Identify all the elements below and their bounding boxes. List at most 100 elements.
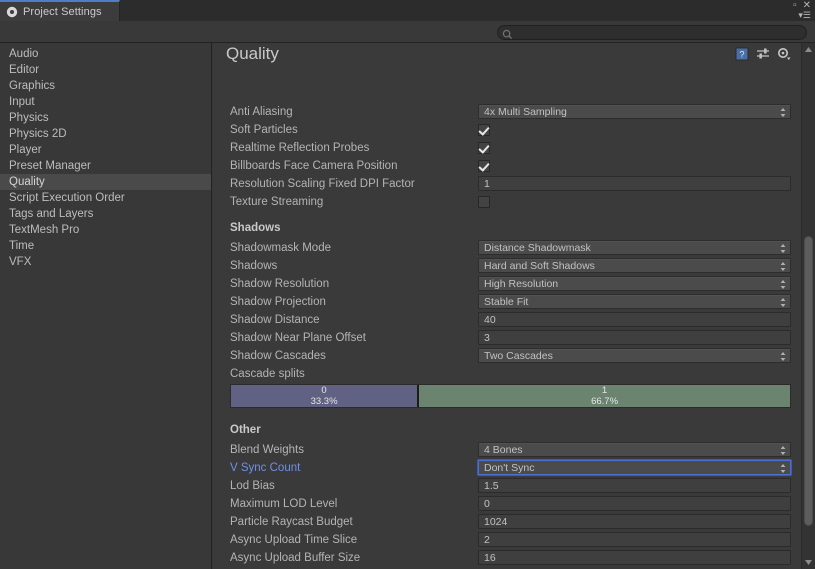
setting-label: Shadow Resolution (230, 278, 330, 290)
chevron-updown-icon (780, 297, 786, 308)
input-lod-bias[interactable]: 1.5 (478, 478, 791, 493)
sidebar-item-editor[interactable]: Editor (0, 62, 211, 78)
dropdown-shadow-resolution[interactable]: High Resolution (478, 276, 791, 291)
input-async-upload-buffer-size[interactable]: 16 (478, 550, 791, 565)
checkbox-realtime-reflection-probes[interactable] (478, 142, 490, 154)
dropdown-value: Stable Fit (484, 295, 529, 308)
chevron-updown-icon (780, 107, 786, 118)
setting-label: Billboards Face Camera Position (230, 160, 398, 172)
scrollbar-thumb[interactable] (804, 236, 813, 526)
setting-label: Shadowmask Mode (230, 242, 331, 254)
scroll-down-arrow[interactable] (802, 556, 815, 569)
chevron-updown-icon (780, 279, 786, 290)
setting-label: Anti Aliasing (230, 106, 293, 118)
setting-field: 3 (478, 330, 791, 345)
sidebar-item-label: Editor (9, 64, 40, 76)
sidebar-item-label: Preset Manager (9, 160, 91, 172)
setting-label: Resolution Scaling Fixed DPI Factor (230, 178, 415, 190)
setting-field: 1024 (478, 514, 791, 529)
cascade-segment-1[interactable]: 1 66.7% (417, 385, 790, 407)
input-value: 3 (484, 331, 490, 344)
sidebar-item-script-execution-order[interactable]: Script Execution Order (0, 190, 211, 206)
setting-field (478, 140, 791, 155)
setting-row-realtime-reflection-probes: Realtime Reflection Probes (213, 140, 801, 158)
chevron-updown-icon (780, 261, 786, 272)
input-value: 2 (484, 533, 490, 546)
section-title-shadows: Shadows (230, 222, 281, 234)
vertical-scrollbar[interactable] (801, 43, 815, 569)
dropdown-value: Don't Sync (484, 461, 535, 474)
sidebar-item-input[interactable]: Input (0, 94, 211, 110)
input-shadow-distance[interactable]: 40 (478, 312, 791, 327)
input-async-upload-time-slice[interactable]: 2 (478, 532, 791, 547)
setting-row-soft-particles: Soft Particles (213, 122, 801, 140)
input-maximum-lod-level[interactable]: 0 (478, 496, 791, 511)
input-resolution-scaling-fixed-dpi-factor[interactable]: 1 (478, 176, 791, 191)
checkbox-texture-streaming[interactable] (478, 196, 490, 208)
setting-row-shadow-projection: Shadow Projection Stable Fit (213, 294, 801, 312)
window-menu-icon[interactable]: ▾☰ (798, 11, 811, 20)
minimize-icon[interactable]: ▫ (793, 1, 797, 11)
setting-label: Realtime Reflection Probes (230, 142, 370, 154)
dropdown-shadowmask-mode[interactable]: Distance Shadowmask (478, 240, 791, 255)
sidebar-item-textmesh-pro[interactable]: TextMesh Pro (0, 222, 211, 238)
search-box[interactable] (497, 25, 807, 40)
setting-field: 40 (478, 312, 791, 327)
setting-row-particle-raycast-budget: Particle Raycast Budget 1024 (213, 514, 801, 532)
scroll-up-arrow[interactable] (802, 43, 815, 56)
search-icon (502, 27, 513, 40)
sidebar-item-vfx[interactable]: VFX (0, 254, 211, 270)
sidebar-item-preset-manager[interactable]: Preset Manager (0, 158, 211, 174)
setting-field: Two Cascades (478, 348, 791, 363)
sidebar-item-tags-and-layers[interactable]: Tags and Layers (0, 206, 211, 222)
dropdown-shadow-projection[interactable]: Stable Fit (478, 294, 791, 309)
setting-field (478, 122, 791, 137)
sidebar-item-physics-2d[interactable]: Physics 2D (0, 126, 211, 142)
dropdown-value: Hard and Soft Shadows (484, 259, 595, 272)
setting-label: Cascade splits (230, 368, 305, 380)
setting-field: 1.5 (478, 478, 791, 493)
tab-project-settings[interactable]: Project Settings (0, 0, 120, 21)
sidebar-item-time[interactable]: Time (0, 238, 211, 254)
dropdown-shadow-cascades[interactable]: Two Cascades (478, 348, 791, 363)
dropdown-blend-weights[interactable]: 4 Bones (478, 442, 791, 457)
sidebar-item-audio[interactable]: Audio (0, 46, 211, 62)
setting-row-v-sync-count: V Sync Count Don't Sync (213, 460, 801, 478)
sidebar-item-physics[interactable]: Physics (0, 110, 211, 126)
cascade-segment-0[interactable]: 0 33.3% (231, 385, 418, 407)
settings-content: Anti Aliasing 4x Multi Sampling Soft Parti… (213, 43, 801, 569)
dropdown-value: High Resolution (484, 277, 559, 290)
sidebar-item-graphics[interactable]: Graphics (0, 78, 211, 94)
checkbox-billboards-face-camera-position[interactable] (478, 160, 490, 172)
setting-row-shadows: Shadows Hard and Soft Shadows (213, 258, 801, 276)
unity-gear-icon (6, 6, 18, 18)
input-particle-raycast-budget[interactable]: 1024 (478, 514, 791, 529)
setting-row-shadow-distance: Shadow Distance 40 (213, 312, 801, 330)
chevron-updown-icon (780, 445, 786, 456)
dropdown-shadows[interactable]: Hard and Soft Shadows (478, 258, 791, 273)
setting-row-shadow-resolution: Shadow Resolution High Resolution (213, 276, 801, 294)
sidebar-item-quality[interactable]: Quality (0, 174, 211, 190)
preset-icon[interactable] (756, 47, 770, 61)
svg-text:?: ? (739, 50, 744, 60)
input-shadow-near-plane-offset[interactable]: 3 (478, 330, 791, 345)
setting-label: Shadow Near Plane Offset (230, 332, 366, 344)
dropdown-anti-aliasing[interactable]: 4x Multi Sampling (478, 104, 791, 119)
setting-field: High Resolution (478, 276, 791, 291)
checkbox-soft-particles[interactable] (478, 124, 490, 136)
dropdown-v-sync-count[interactable]: Don't Sync (478, 460, 791, 475)
search-input[interactable] (513, 27, 806, 38)
setting-field: 4 Bones (478, 442, 791, 457)
help-icon[interactable]: ? (735, 47, 749, 61)
chevron-updown-icon (780, 243, 786, 254)
sidebar-item-label: Audio (9, 48, 39, 60)
cascade-splits-bar[interactable]: 0 33.3% 1 66.7% (230, 384, 791, 408)
sidebar-item-player[interactable]: Player (0, 142, 211, 158)
setting-field: Distance Shadowmask (478, 240, 791, 255)
sidebar-item-label: VFX (9, 256, 32, 268)
setting-row-cascade-splits: Cascade splits (213, 366, 801, 384)
gear-dropdown-icon[interactable] (777, 47, 791, 61)
cascade-index: 1 (601, 385, 608, 396)
setting-label: Lod Bias (230, 480, 275, 492)
sidebar-item-label: Physics 2D (9, 128, 67, 140)
